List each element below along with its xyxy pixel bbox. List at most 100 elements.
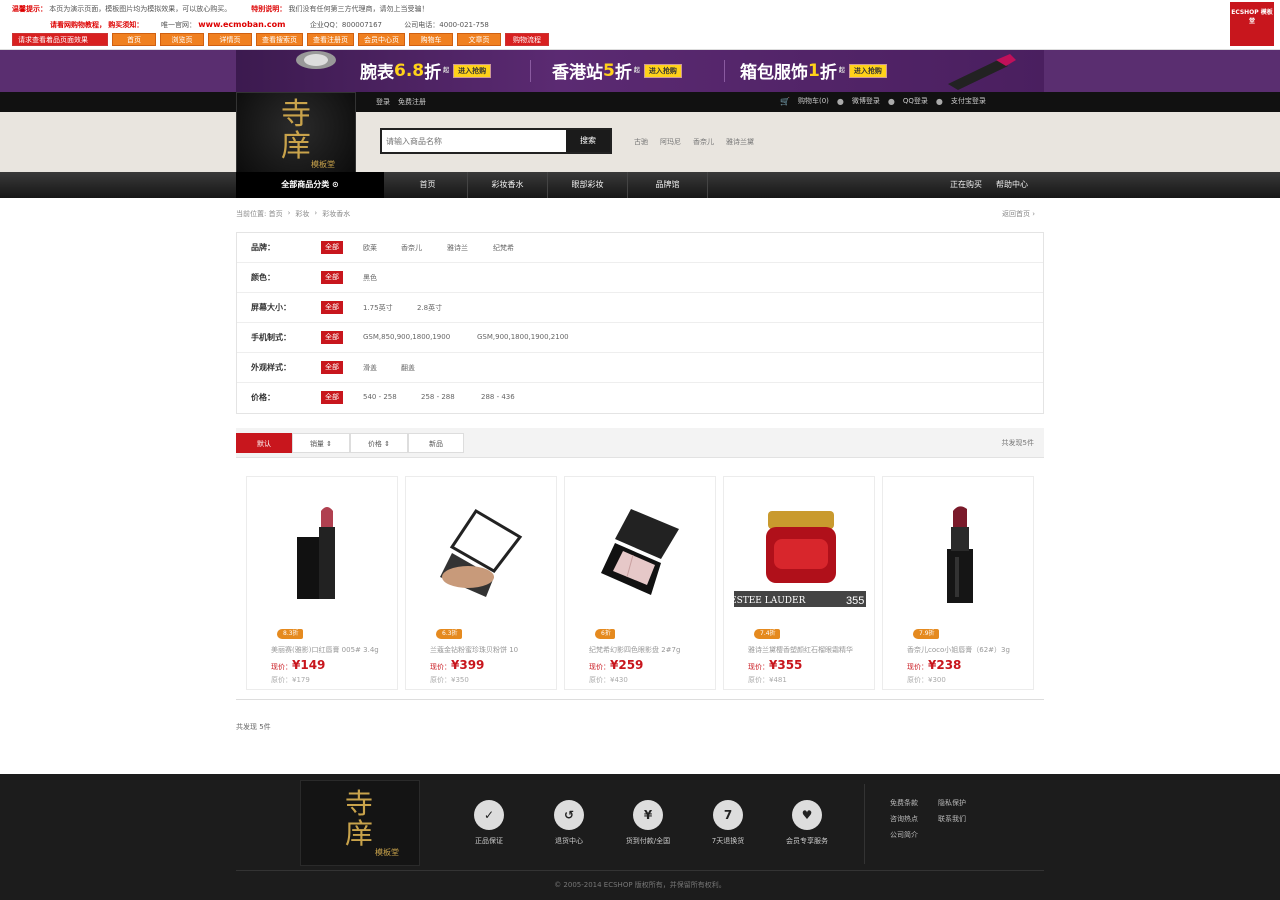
hot-word[interactable]: 雅诗兰黛 [726, 137, 754, 147]
nav-item-home[interactable]: 首页 [388, 172, 468, 198]
product-image-lipstick[interactable] [257, 497, 389, 617]
footer-link[interactable]: 咨询热点 [890, 814, 938, 824]
sort-new-button[interactable]: 新品 [408, 433, 464, 453]
filter-all-button[interactable]: 全部 [321, 271, 343, 284]
filter-all-button[interactable]: 全部 [321, 331, 343, 344]
nav-item-brands[interactable]: 品牌馆 [628, 172, 708, 198]
sort-sales-button[interactable]: 销量 ⇕ [292, 433, 350, 453]
footer-service-return[interactable]: ↺ 退货中心 [529, 800, 609, 846]
breadcrumb-category[interactable]: 彩妆 [295, 209, 309, 219]
alipay-login-link[interactable]: 支付宝登录 [951, 96, 986, 106]
lipstick-icon [948, 54, 1016, 90]
demo-button-checkout[interactable]: 购物流程 [505, 33, 549, 46]
nav-item-makeup[interactable]: 彩妆香水 [468, 172, 548, 198]
demo-button-browse[interactable]: 浏览页 [160, 33, 204, 46]
filter-option[interactable]: 纪梵希 [493, 243, 514, 253]
filter-label: 颜色： [251, 273, 275, 282]
product-image-compact[interactable] [416, 497, 548, 617]
demo-button-cart[interactable]: 购物车 [409, 33, 453, 46]
promo-go-button[interactable]: 进入抢购 [643, 63, 682, 78]
footer-service-cod[interactable]: ¥ 货到付款/全国 [608, 800, 688, 846]
filter-all-button[interactable]: 全部 [321, 301, 343, 314]
promo-hongkong[interactable]: 香港站 5 折 起 进入抢购 [552, 58, 682, 83]
product-name[interactable]: 雅诗兰黛樱香塑颜红石榴眼霜精华 [748, 645, 872, 655]
promo-go-button[interactable]: 进入抢购 [453, 63, 492, 78]
product-name[interactable]: 香奈儿coco小姐唇膏（62#）3g [907, 645, 1031, 655]
search-input[interactable] [386, 134, 562, 149]
demo-button-detail[interactable]: 详情页 [208, 33, 252, 46]
all-categories-button[interactable]: 全部商品分类 ⊙ [236, 172, 384, 198]
back-home-link[interactable]: 返回首页 › [1002, 209, 1035, 219]
product-name[interactable]: 纪梵希幻影四色眼影盘 2#7g [589, 645, 713, 655]
cart-link[interactable]: 购物车(0) [798, 96, 829, 106]
footer-link[interactable]: 隐私保护 [938, 798, 986, 808]
register-link[interactable]: 免费注册 [398, 97, 426, 107]
demo-button-preview[interactable]: 请求查看着品页面效果 [12, 33, 108, 46]
filter-option[interactable]: 540 - 258 [363, 393, 397, 401]
filter-option[interactable]: 滑盖 [363, 363, 377, 373]
tutorial-link[interactable]: 请看网购物教程， [50, 21, 106, 29]
product-image-eyeshadow[interactable] [575, 497, 707, 617]
search-button[interactable]: 搜索 [566, 130, 610, 152]
product-card[interactable]: 7.9折 香奈儿coco小姐唇膏（62#）3g 现价：¥238 原价：¥300 [882, 476, 1034, 690]
filter-option[interactable]: GSM,900,1800,1900,2100 [477, 333, 569, 341]
breadcrumb-current[interactable]: 彩妆香水 [322, 209, 350, 219]
product-name[interactable]: 兰蔻金钻粉蜜珍珠贝粉饼 10 [430, 645, 554, 655]
footer-logo[interactable]: 寺庠 模板堂 [300, 780, 420, 866]
ecshop-logo[interactable]: ECSHOP 模板堂 [1230, 2, 1274, 46]
demo-button-article[interactable]: 文章页 [457, 33, 501, 46]
hot-word[interactable]: 古驰 [634, 137, 648, 147]
filter-option[interactable]: 288 - 436 [481, 393, 515, 401]
filter-option[interactable]: 翻盖 [401, 363, 415, 373]
promo-watch[interactable]: 腕表 6.8 折 起 进入抢购 [360, 58, 492, 83]
footer-service-member[interactable]: ♥ 会员专享服务 [767, 800, 847, 846]
weibo-login-link[interactable]: 微博登录 [852, 96, 880, 106]
sort-bar: 默认 销量 ⇕ 价格 ⇕ 新品 共发现5件 [236, 428, 1044, 458]
price-label: 现价： [430, 663, 451, 671]
product-card[interactable]: ESTEE LAUDER 355 7.4折 雅诗兰黛樱香塑颜红石榴眼霜精华 现价… [723, 476, 875, 690]
demo-button-search[interactable]: 查看搜索页 [256, 33, 303, 46]
site-logo[interactable]: 寺庠 模板堂 [236, 92, 356, 180]
sort-default-button[interactable]: 默认 [236, 433, 292, 453]
promo-go-button[interactable]: 进入抢购 [848, 63, 887, 78]
product-image-lipstick-slim[interactable] [893, 497, 1025, 617]
nav-buying-link[interactable]: 正在购买 [950, 172, 982, 198]
hot-word[interactable]: 香奈儿 [693, 137, 714, 147]
product-card[interactable]: 8.3折 美丽赛(雅影)口红唇膏 005# 3.4g 现价：¥149 原价：¥1… [246, 476, 398, 690]
sort-price-button[interactable]: 价格 ⇕ [350, 433, 408, 453]
filter-all-button[interactable]: 全部 [321, 241, 343, 254]
nav-item-eye[interactable]: 眼部彩妆 [548, 172, 628, 198]
notice-link[interactable]: 购买须知： [108, 21, 143, 29]
qq-login-link[interactable]: QQ登录 [903, 96, 928, 106]
promo-banner[interactable]: 腕表 6.8 折 起 进入抢购 香港站 5 折 起 进入抢购 箱包服饰 1 折 … [236, 50, 1044, 92]
filter-all-button[interactable]: 全部 [321, 361, 343, 374]
filter-all-button[interactable]: 全部 [321, 391, 343, 404]
footer-link[interactable]: 免费条款 [890, 798, 938, 808]
filter-option[interactable]: 2.8英寸 [417, 303, 442, 313]
promo-bags[interactable]: 箱包服饰 1 折 起 进入抢购 [740, 58, 887, 83]
breadcrumb-home[interactable]: 当前位置: 首页 [236, 209, 283, 219]
product-name[interactable]: 美丽赛(雅影)口红唇膏 005# 3.4g [271, 645, 395, 655]
filter-option[interactable]: 欧莱 [363, 243, 377, 253]
footer-link[interactable]: 联系我们 [938, 814, 986, 824]
footer-link[interactable]: 公司简介 [890, 830, 938, 840]
filter-option[interactable]: 香奈儿 [401, 243, 422, 253]
footer-service-genuine[interactable]: ✓ 正品保证 [449, 800, 529, 846]
filter-option[interactable]: GSM,850,900,1800,1900 [363, 333, 450, 341]
filter-option[interactable]: 黑色 [363, 273, 377, 283]
nav-help-link[interactable]: 帮助中心 [996, 172, 1028, 198]
demo-button-register[interactable]: 查看注册页 [307, 33, 354, 46]
footer-service-7day[interactable]: 7 7天退换货 [688, 800, 768, 846]
cod-icon: ¥ [633, 800, 663, 830]
filter-option[interactable]: 258 - 288 [421, 393, 455, 401]
login-link[interactable]: 登录 [376, 97, 390, 107]
site-link[interactable]: www.ecmoban.com [198, 20, 285, 29]
demo-button-home[interactable]: 首页 [112, 33, 156, 46]
hot-word[interactable]: 阿玛尼 [660, 137, 681, 147]
filter-option[interactable]: 雅诗兰 [447, 243, 468, 253]
product-card[interactable]: 6折 纪梵希幻影四色眼影盘 2#7g 现价：¥259 原价：¥430 [564, 476, 716, 690]
demo-button-member[interactable]: 会员中心页 [358, 33, 405, 46]
filter-option[interactable]: 1.75英寸 [363, 303, 393, 313]
product-image-cream-jar[interactable]: ESTEE LAUDER 355 [734, 497, 866, 617]
product-card[interactable]: 6.3折 兰蔻金钻粉蜜珍珠贝粉饼 10 现价：¥399 原价：¥350 [405, 476, 557, 690]
